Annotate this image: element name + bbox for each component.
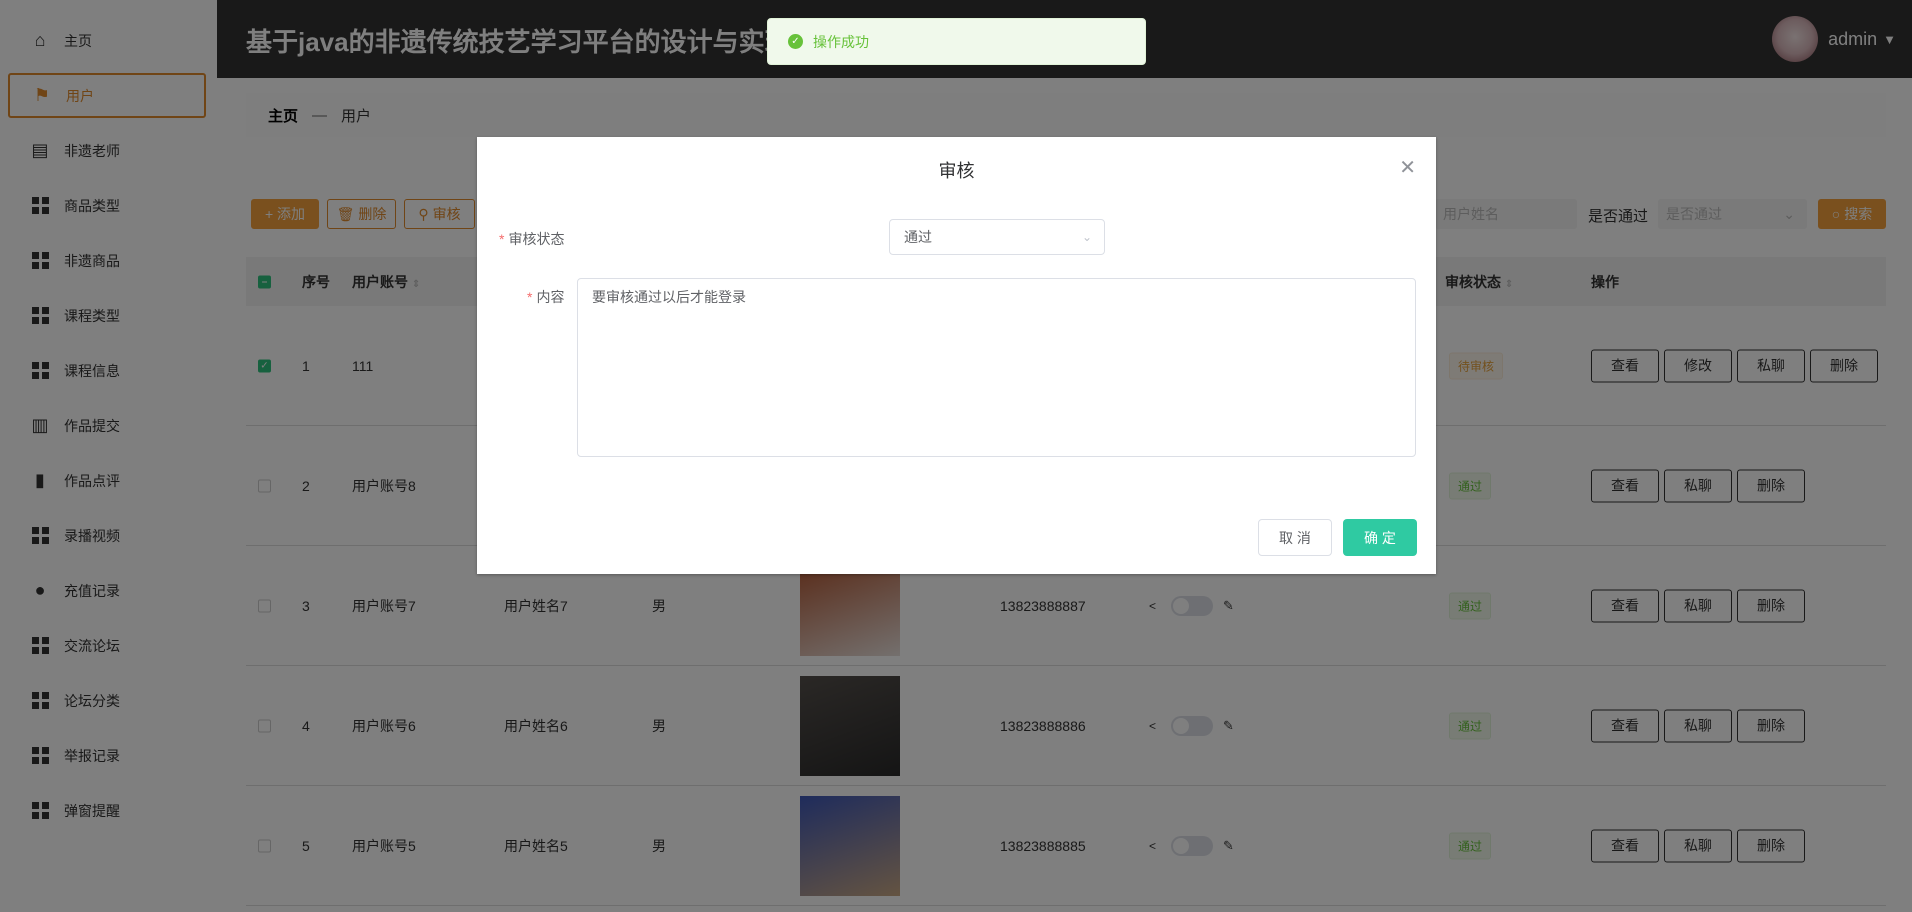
status-select[interactable]: 通过 ⌄: [889, 219, 1105, 255]
dialog-title: 审核: [938, 161, 975, 181]
content-textarea[interactable]: 要审核通过以后才能登录: [577, 278, 1416, 457]
required-mark: *: [499, 231, 505, 247]
content-label: * 内容: [527, 287, 564, 307]
content-label-text: 内容: [536, 289, 565, 305]
cancel-button[interactable]: 取 消: [1258, 519, 1332, 556]
status-label-text: 审核状态: [508, 231, 565, 247]
toast-message: 操作成功: [813, 33, 869, 50]
confirm-button[interactable]: 确 定: [1343, 519, 1417, 556]
success-toast: ✓ 操作成功: [767, 18, 1146, 65]
check-circle-icon: ✓: [788, 34, 803, 49]
required-mark: *: [527, 289, 533, 305]
status-label: * 审核状态: [499, 229, 564, 249]
status-select-value: 通过: [904, 229, 932, 245]
close-icon[interactable]: ✕: [1399, 155, 1416, 180]
chevron-down-icon: ⌄: [1081, 230, 1092, 244]
audit-dialog: 审核 ✕ * 审核状态 通过 ⌄ * 内容 要审核通过以后才能登录 取 消 确 定: [477, 137, 1436, 574]
